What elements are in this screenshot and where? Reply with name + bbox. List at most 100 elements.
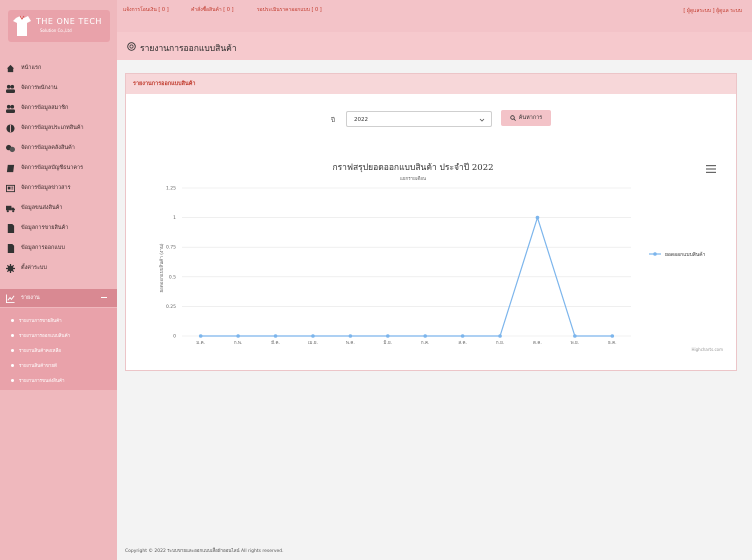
sidebar-item-label: จัดการข้อมูลคลังสินค้า	[21, 145, 75, 151]
data-point[interactable]	[573, 334, 577, 338]
data-point[interactable]	[348, 334, 353, 338]
data-point[interactable]	[498, 334, 502, 338]
report-submenu: รายงานการขายสินค้า รายงานการออกแบบสินค้า…	[0, 308, 117, 390]
sidebar-item-members[interactable]: จัดการข้อมูลสมาชิก	[0, 100, 117, 116]
home-icon	[6, 64, 15, 72]
x-tick-label: ก.ย.	[496, 341, 504, 346]
data-point[interactable]	[460, 334, 465, 338]
x-tick-label: มี.ค.	[271, 340, 280, 346]
data-point[interactable]	[610, 334, 615, 338]
logo[interactable]: THE ONE TECH Solution Co.,Ltd	[8, 10, 110, 42]
sidebar-item-label: จัดการข้อมูลบัญชีธนาคาร	[21, 165, 84, 171]
x-tick-label: ธ.ค.	[608, 340, 617, 346]
gear-icon	[6, 263, 15, 273]
design-quote-link[interactable]: รอประเมินราคาออกแบบ [ 0 ]	[257, 6, 322, 14]
clock-icon	[127, 42, 136, 51]
chart-menu-icon[interactable]	[706, 165, 716, 173]
bank-icon	[6, 164, 15, 172]
sidebar-item-design[interactable]: ข้อมูลการออกแบบ	[0, 240, 117, 256]
x-tick-label: ก.พ.	[234, 340, 243, 346]
y-tick-labels: 0 0.25 0.5 0.75 1 1.25	[166, 186, 176, 340]
warehouse-icon	[6, 144, 15, 152]
bullet-icon	[11, 348, 14, 352]
members-icon	[6, 104, 15, 113]
data-point[interactable]	[273, 334, 278, 338]
gridlines	[182, 187, 631, 337]
submenu-item-design-report[interactable]: รายงานการออกแบบสินค้า	[0, 329, 117, 341]
submenu-item-stock-report[interactable]: รายงานสินค้าคงเหลือ	[0, 344, 117, 356]
user-menu[interactable]: [ ผู้ดูแลระบบ ] ผู้ดูแล ระบบ	[683, 7, 742, 15]
data-point[interactable]	[236, 334, 240, 338]
year-select-value: 2022	[354, 117, 368, 123]
users-icon	[6, 84, 15, 93]
page-title: รายงานการออกแบบสินค้า	[140, 44, 237, 54]
bullet-icon	[11, 363, 14, 367]
sidebar-item-employees[interactable]: จัดการพนักงาน	[0, 80, 117, 96]
data-point[interactable]	[385, 334, 390, 338]
x-tick-label: ก.ค.	[421, 341, 430, 346]
x-tick-label: มิ.ย.	[384, 340, 393, 346]
y-tick-label: 1	[173, 215, 176, 221]
x-tick-label: เม.ย.	[308, 341, 318, 346]
footer-copyright: Copyright © 2022 ระบบขายและออกแบบเสื้อผ้…	[125, 549, 284, 554]
x-tick-label: ม.ค.	[196, 341, 205, 346]
news-icon	[6, 184, 15, 192]
sidebar-item-product-types[interactable]: จัดการข้อมูลประเภทสินค้า	[0, 120, 117, 136]
search-icon	[510, 115, 516, 121]
y-tick-label: 0.5	[169, 274, 176, 280]
submenu-item-bestseller-report[interactable]: รายงานสินค้าขายดี	[0, 359, 117, 371]
sidebar-item-label: ข้อมูลการออกแบบ	[21, 245, 65, 251]
legend[interactable]: ยอดออกแบบสินค้า	[649, 251, 706, 258]
x-tick-labels: ม.ค. ก.พ. มี.ค. เม.ย. พ.ค. มิ.ย. ก.ค. ส.ค. ก.ย. ต…	[196, 340, 616, 346]
x-tick-label: พ.ย.	[571, 340, 579, 346]
sidebar-item-bank-accounts[interactable]: จัดการข้อมูลบัญชีธนาคาร	[0, 160, 117, 176]
data-point[interactable]	[198, 334, 203, 338]
data-point[interactable]	[535, 215, 540, 220]
sidebar-item-home[interactable]: หน้าแรก	[0, 60, 117, 76]
sidebar: THE ONE TECH Solution Co.,Ltd หน้าแรก จั…	[0, 0, 117, 560]
sidebar-item-label: ข้อมูลการขายสินค้า	[21, 225, 69, 231]
sidebar-item-label: จัดการข้อมูลข่าวสาร	[21, 185, 71, 191]
bullet-icon	[11, 333, 14, 337]
year-label: ปี	[331, 117, 335, 124]
sidebar-item-sales[interactable]: ข้อมูลการขายสินค้า	[0, 220, 117, 236]
card-title: รายงานการออกแบบสินค้า	[133, 81, 196, 87]
x-tick-label: พ.ค.	[346, 340, 355, 346]
sidebar-item-label: จัดการข้อมูลสมาชิก	[21, 105, 69, 111]
truck-icon	[6, 205, 15, 212]
page-title-bar: รายงานการออกแบบสินค้า	[117, 32, 752, 60]
sidebar-item-reports[interactable]: รายงาน	[0, 289, 117, 307]
sidebar-item-label: หน้าแรก	[21, 65, 42, 71]
collapse-icon[interactable]	[101, 297, 107, 298]
submenu-item-sales-report[interactable]: รายงานการขายสินค้า	[0, 314, 117, 326]
search-button[interactable]: ค้นหาการ	[501, 110, 551, 126]
submenu-item-label: รายงานการขายสินค้า	[19, 318, 62, 324]
design-doc-icon	[7, 243, 15, 253]
sidebar-item-news[interactable]: จัดการข้อมูลข่าวสาร	[0, 180, 117, 196]
legend-label: ยอดออกแบบสินค้า	[665, 251, 706, 258]
search-button-label: ค้นหาการ	[518, 115, 543, 121]
submenu-item-shipping-report[interactable]: รายงานการขนส่งสินค้า	[0, 374, 117, 386]
card-header: รายงานการออกแบบสินค้า	[126, 74, 736, 94]
orders-link[interactable]: คำสั่งซื้อสินค้า [ 0 ]	[191, 6, 234, 14]
year-select[interactable]: 2022	[346, 111, 492, 127]
data-point[interactable]	[311, 334, 315, 338]
sidebar-item-settings[interactable]: ตั้งค่าระบบ	[0, 260, 117, 276]
chart-subtitle: แยกรายเดือน	[400, 175, 426, 182]
submenu-item-label: รายงานการขนส่งสินค้า	[19, 378, 65, 384]
chart-icon	[6, 293, 15, 303]
tag-icon	[6, 123, 15, 133]
sidebar-item-label: ข้อมูลขนส่งสินค้า	[21, 205, 63, 211]
sidebar-item-shipping[interactable]: ข้อมูลขนส่งสินค้า	[0, 200, 117, 216]
y-tick-label: 0	[173, 334, 176, 340]
chart-credits[interactable]: Highcharts.com	[692, 347, 724, 352]
sales-doc-icon	[7, 223, 15, 233]
sidebar-item-warehouse[interactable]: จัดการข้อมูลคลังสินค้า	[0, 140, 117, 156]
y-tick-label: 1.25	[166, 186, 176, 192]
y-tick-label: 0.75	[166, 245, 176, 251]
logo-title: THE ONE TECH	[36, 17, 102, 26]
sidebar-item-label: จัดการข้อมูลประเภทสินค้า	[21, 125, 84, 131]
data-point[interactable]	[423, 334, 428, 338]
logo-subtitle: Solution Co.,Ltd	[40, 28, 72, 33]
transfer-notice-link[interactable]: แจ้งการโอนเงิน [ 0 ]	[123, 6, 169, 14]
